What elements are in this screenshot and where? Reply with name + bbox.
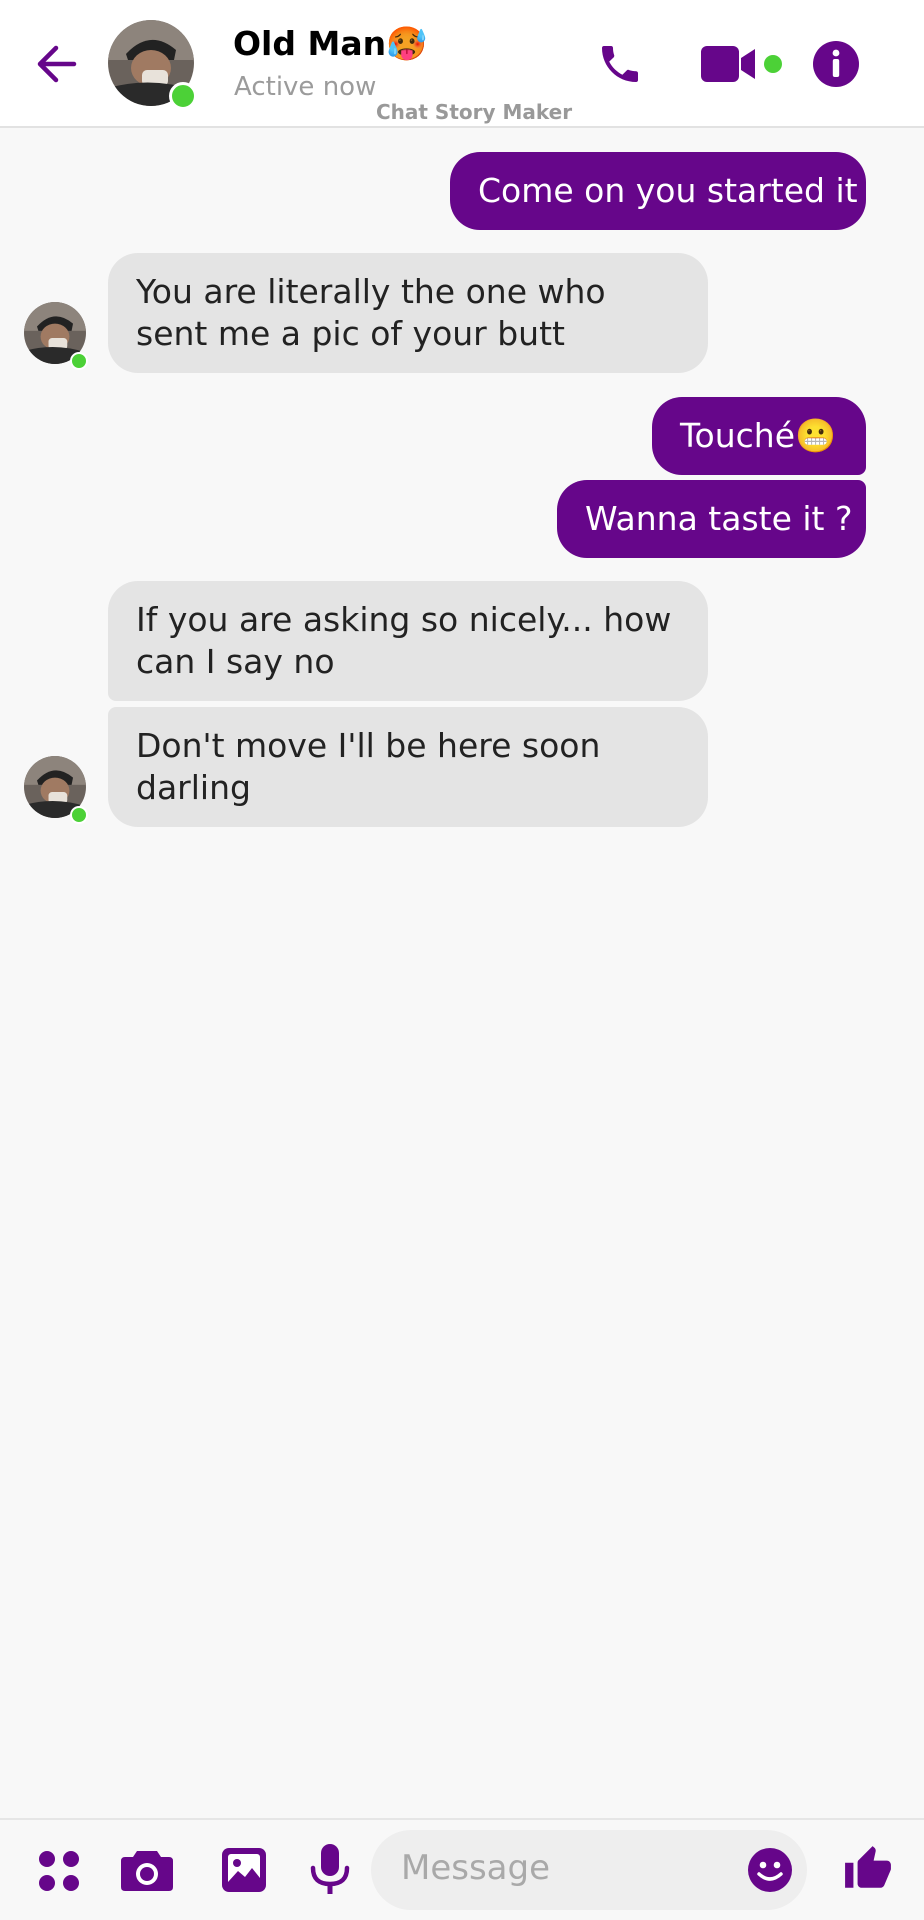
online-indicator [169, 82, 197, 110]
grid-dots-icon [39, 1851, 79, 1891]
message-incoming[interactable]: Don't move I'll be here soon darling [108, 707, 708, 827]
message-outgoing[interactable]: Come on you started it [450, 152, 866, 230]
online-indicator [70, 806, 88, 824]
emoji-button[interactable] [746, 1846, 794, 1894]
call-button[interactable] [592, 36, 648, 92]
chat-screen: Old Man🥵 Active now Chat Story Maker Com… [0, 0, 924, 1920]
thumbs-up-icon [845, 1846, 891, 1888]
video-online-dot [764, 55, 782, 73]
microphone-icon [310, 1844, 350, 1894]
camera-icon [121, 1851, 173, 1891]
like-button[interactable] [842, 1842, 894, 1896]
contact-name[interactable]: Old Man🥵 [233, 24, 427, 64]
arrow-left-icon [37, 45, 77, 83]
video-camera-icon [701, 46, 755, 82]
message-incoming[interactable]: You are literally the one who sent me a … [108, 253, 708, 373]
chat-header: Old Man🥵 Active now Chat Story Maker [0, 0, 924, 128]
camera-button[interactable] [118, 1845, 176, 1895]
message-incoming[interactable]: If you are asking so nicely... how can I… [108, 581, 708, 701]
apps-button[interactable] [34, 1846, 84, 1896]
image-icon [222, 1848, 266, 1892]
message-outgoing[interactable]: Wanna taste it ? [557, 480, 866, 558]
smiley-icon [748, 1848, 792, 1892]
video-call-button[interactable] [698, 40, 760, 88]
phone-icon [602, 46, 638, 82]
gallery-button[interactable] [218, 1844, 270, 1896]
microphone-button[interactable] [306, 1840, 354, 1900]
watermark: Chat Story Maker [376, 100, 573, 124]
online-indicator [70, 352, 88, 370]
back-button[interactable] [28, 38, 84, 90]
message-outgoing[interactable]: Touché😬 [652, 397, 866, 475]
message-input-placeholder: Message [401, 1848, 551, 1888]
contact-status: Active now [234, 72, 377, 102]
info-button[interactable] [812, 40, 860, 88]
info-icon [813, 41, 859, 87]
